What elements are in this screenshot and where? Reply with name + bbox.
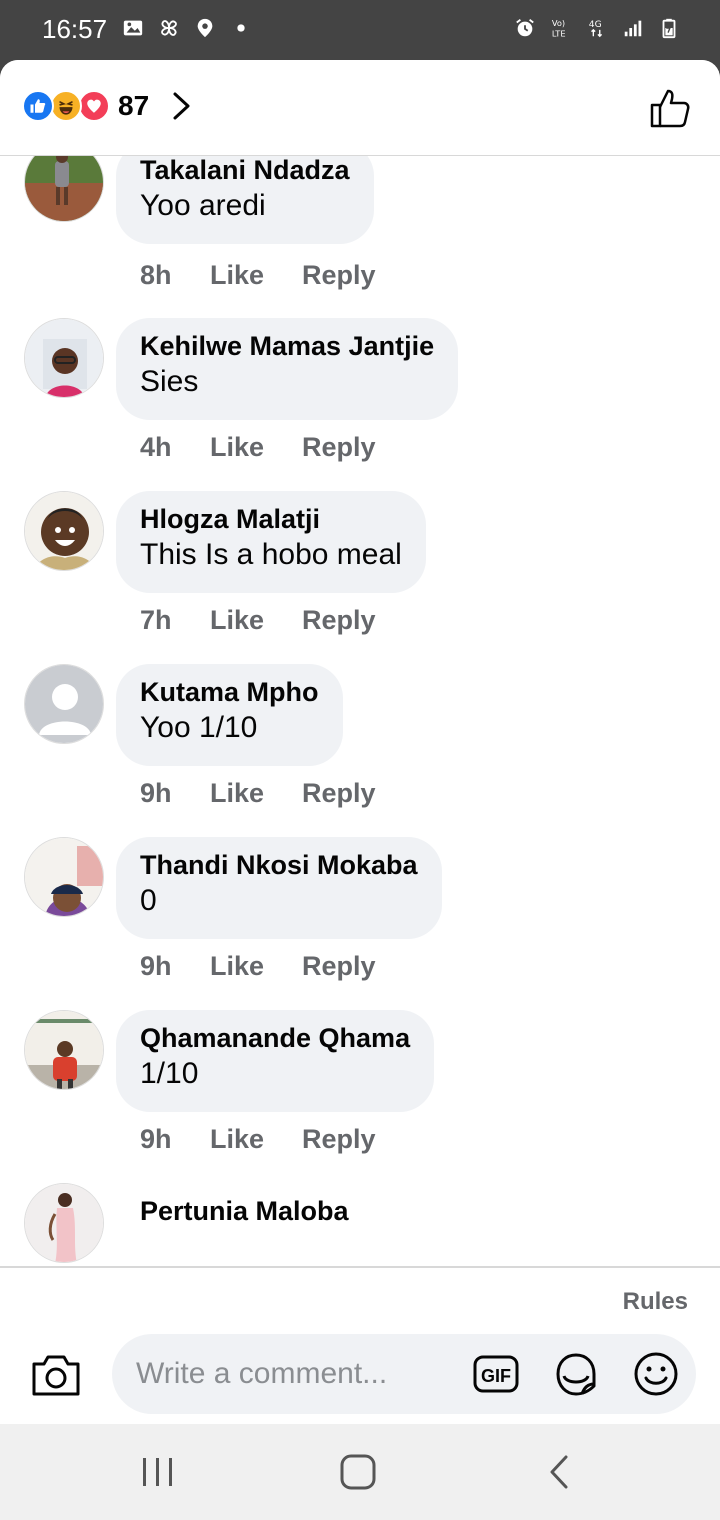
reply-link[interactable]: Reply xyxy=(302,778,376,809)
like-link[interactable]: Like xyxy=(210,1124,302,1155)
4g-icon: 4G xyxy=(589,19,603,38)
comment-time: 9h xyxy=(140,778,172,808)
commenter-name[interactable]: Takalani Ndadza xyxy=(140,156,350,186)
comment-meta: 4h Like Reply xyxy=(140,432,376,463)
system-nav-bar xyxy=(0,1424,720,1520)
haha-reaction-icon xyxy=(50,90,82,122)
commenter-name[interactable]: Hlogza Malatji xyxy=(140,503,402,535)
back-icon[interactable] xyxy=(540,1454,580,1490)
commenter-name[interactable]: Kutama Mpho xyxy=(140,676,319,708)
reactions-summary[interactable]: 87 xyxy=(22,90,193,122)
comment-meta: 7h Like Reply xyxy=(140,605,376,636)
reactions-header: 87 xyxy=(0,60,720,156)
location-icon xyxy=(197,18,213,38)
reply-link[interactable]: Reply xyxy=(302,260,376,291)
comment-bubble[interactable]: Takalani Ndadza Yoo aredi xyxy=(116,156,374,244)
pinwheel-icon xyxy=(161,20,177,36)
alarm-icon xyxy=(516,19,534,37)
sticker-icon[interactable] xyxy=(552,1350,600,1398)
emoji-icon[interactable] xyxy=(632,1350,680,1398)
comment-text: Yoo 1/10 xyxy=(140,711,258,744)
avatar[interactable] xyxy=(24,1010,104,1090)
commenter-name[interactable]: Kehilwe Mamas Jantjie xyxy=(140,330,434,362)
like-link[interactable]: Like xyxy=(210,778,302,809)
comment-bubble[interactable]: Kehilwe Mamas Jantjie Sies xyxy=(116,318,459,420)
comments-list[interactable]: Takalani Ndadza Yoo aredi 8h Like Reply … xyxy=(0,156,720,1268)
battery-icon xyxy=(662,18,676,39)
gif-label: GIF xyxy=(481,1366,511,1386)
status-left-icons xyxy=(122,16,252,40)
comment-bubble[interactable]: Hlogza Malatji This Is a hobo meal xyxy=(116,491,426,593)
volte-icon: Vo)LTE xyxy=(552,18,566,38)
comment-bubble[interactable]: Thandi Nkosi Mokaba 0 xyxy=(116,837,442,939)
like-link[interactable]: Like xyxy=(210,605,302,636)
avatar[interactable] xyxy=(24,1183,104,1263)
commenter-name[interactable]: Thandi Nkosi Mokaba xyxy=(140,849,418,881)
commenter-name[interactable]: Pertunia Maloba xyxy=(140,1195,349,1227)
reply-link[interactable]: Reply xyxy=(302,1124,376,1155)
camera-icon[interactable] xyxy=(30,1352,82,1398)
reaction-count: 87 xyxy=(118,90,150,121)
comment-meta: 9h Like Reply xyxy=(140,1124,376,1155)
comments-sheet: 87 Takalani Ndadza Yoo aredi 8h Like Rep… xyxy=(0,60,720,1424)
comment-input[interactable] xyxy=(136,1352,436,1396)
like-reaction-icon xyxy=(22,90,54,122)
reply-link[interactable]: Reply xyxy=(302,605,376,636)
comment-meta: 9h Like Reply xyxy=(140,951,376,982)
signal-icon xyxy=(624,20,642,37)
reply-link[interactable]: Reply xyxy=(302,951,376,982)
avatar[interactable] xyxy=(24,837,104,917)
svg-text:Vo): Vo) xyxy=(552,18,565,28)
svg-text:LTE: LTE xyxy=(552,28,566,38)
comment-bubble[interactable]: Pertunia Maloba xyxy=(116,1183,373,1268)
svg-text:4G: 4G xyxy=(589,19,602,30)
avatar[interactable] xyxy=(24,664,104,744)
status-right-icons: Vo) LTE 4G xyxy=(514,16,680,40)
comment-text: 0 xyxy=(140,884,157,917)
gif-icon[interactable]: GIF xyxy=(472,1350,520,1398)
like-link[interactable]: Like xyxy=(210,432,302,463)
gallery-icon xyxy=(123,20,143,36)
comment-bubble[interactable]: Qhamanande Qhama 1/10 xyxy=(116,1010,435,1112)
comment-text: This Is a hobo meal xyxy=(140,538,402,571)
like-thumb-icon[interactable] xyxy=(648,86,692,130)
reply-link[interactable]: Reply xyxy=(302,432,376,463)
like-link[interactable]: Like xyxy=(210,951,302,982)
comment-meta: 9h Like Reply xyxy=(140,778,376,809)
comment-time: 8h xyxy=(140,260,172,290)
comment-time: 7h xyxy=(140,605,172,635)
comment-text: Yoo aredi xyxy=(140,189,266,222)
home-icon[interactable] xyxy=(338,1454,378,1490)
comment-input-wrapper: GIF xyxy=(112,1334,696,1414)
love-reaction-icon xyxy=(78,90,110,122)
comment-bubble[interactable]: Kutama Mpho Yoo 1/10 xyxy=(116,664,343,766)
avatar[interactable] xyxy=(24,318,104,398)
commenter-name[interactable]: Qhamanande Qhama xyxy=(140,1022,410,1054)
rules-link[interactable]: Rules xyxy=(623,1288,688,1316)
comment-time: 9h xyxy=(140,1124,172,1154)
avatar[interactable] xyxy=(24,491,104,571)
comment-time: 4h xyxy=(140,432,172,462)
comment-time: 9h xyxy=(140,951,172,981)
status-time: 16:57 xyxy=(42,14,108,44)
status-bar: 16:57 Vo) LTE 4G xyxy=(0,0,720,62)
recent-apps-icon[interactable] xyxy=(138,1454,178,1490)
avatar[interactable] xyxy=(24,156,104,222)
comment-composer: Rules GIF xyxy=(0,1266,720,1424)
comment-meta: 8h Like Reply xyxy=(140,260,376,291)
like-link[interactable]: Like xyxy=(210,260,302,291)
dot-icon xyxy=(237,24,245,32)
comment-text: Sies xyxy=(140,365,199,398)
chevron-right-icon[interactable] xyxy=(171,91,193,121)
comment-text: 1/10 xyxy=(140,1057,199,1090)
